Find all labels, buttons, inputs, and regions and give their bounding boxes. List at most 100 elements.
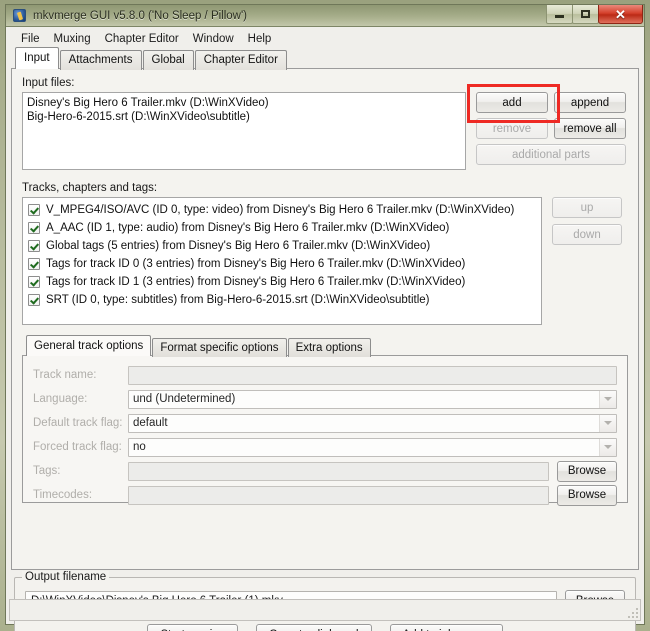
status-bar [9,599,641,621]
track-row[interactable]: Tags for track ID 0 (3 entries) from Dis… [26,255,538,273]
client-area: File Muxing Chapter Editor Window Help I… [6,27,644,631]
action-button-row: Start muxing Copy to clipboard Add to jo… [25,624,625,631]
menu-item-window[interactable]: Window [186,31,241,47]
title-bar: mkvmerge GUI v5.8.0 ('No Sleep / Pillow'… [6,5,644,27]
track-row[interactable]: Tags for track ID 1 (3 entries) from Dis… [26,273,538,291]
remove-all-button[interactable]: remove all [554,118,626,139]
tags-browse-button[interactable]: Browse [557,460,617,482]
tracks-row: V_MPEG4/ISO/AVC (ID 0, type: video) from… [22,197,628,325]
track-row[interactable]: Global tags (5 entries) from Disney's Bi… [26,237,538,255]
track-checkbox-icon[interactable] [28,240,40,252]
tab-global[interactable]: Global [142,50,194,70]
menu-item-muxing[interactable]: Muxing [47,31,98,47]
track-options-area: General track options Format specific op… [22,335,628,506]
track-row[interactable]: V_MPEG4/ISO/AVC (ID 0, type: video) from… [26,201,538,219]
input-files-list[interactable]: Disney's Big Hero 6 Trailer.mkv (D:\WinX… [22,92,466,170]
track-checkbox-icon[interactable] [28,294,40,306]
timecodes-row: Timecodes: Browse [33,484,617,506]
input-tab-page: Input files: Disney's Big Hero 6 Trailer… [11,68,639,570]
window-frame: mkvmerge GUI v5.8.0 ('No Sleep / Pillow'… [5,4,645,631]
additional-parts-button[interactable]: additional parts [476,144,626,165]
default-track-flag-select[interactable]: default [128,413,617,433]
general-track-options-panel: Track name: Language: und (Undetermined) [22,355,628,506]
forced-track-flag-row: Forced track flag: no [33,437,617,457]
forced-track-flag-value: no [133,441,146,453]
tracks-label: Tracks, chapters and tags: [22,182,158,194]
language-value: und (Undetermined) [133,393,236,405]
maximize-icon [581,10,590,18]
track-name-row: Track name: [33,365,617,385]
forced-track-flag-select[interactable]: no [128,437,617,457]
tags-label: Tags: [33,465,61,477]
app-logo-icon [13,9,26,22]
add-append-row: add append [467,84,626,123]
tracks-button-column: up down [552,197,622,251]
tags-row: Tags: Browse [33,460,617,482]
list-item[interactable]: Big-Hero-6-2015.srt (D:\WinXVideo\subtit… [27,110,461,124]
menu-item-help[interactable]: Help [241,31,279,47]
application-window: mkvmerge GUI v5.8.0 ('No Sleep / Pillow'… [0,0,650,631]
timecodes-input[interactable] [128,485,549,505]
track-label: V_MPEG4/ISO/AVC (ID 0, type: video) from… [46,204,515,216]
chevron-down-icon[interactable] [599,438,616,456]
chevron-down-icon[interactable] [599,390,616,408]
add-button[interactable]: add [476,92,548,113]
close-icon: ✕ [615,6,626,22]
menu-bar: File Muxing Chapter Editor Window Help [9,29,641,48]
track-checkbox-icon[interactable] [28,276,40,288]
tab-format-specific-options[interactable]: Format specific options [152,338,287,357]
move-down-button[interactable]: down [552,224,622,245]
tab-attachments[interactable]: Attachments [59,50,142,70]
track-checkbox-icon[interactable] [28,204,40,216]
input-files-label: Input files: [22,77,75,89]
tags-input[interactable] [128,461,549,481]
language-label: Language: [33,393,88,405]
track-label: Tags for track ID 0 (3 entries) from Dis… [46,258,466,270]
timecodes-browse-button[interactable]: Browse [557,484,617,506]
remove-button[interactable]: remove [476,118,548,139]
window-title: mkvmerge GUI v5.8.0 ('No Sleep / Pillow'… [33,9,248,22]
tab-chapter-editor[interactable]: Chapter Editor [194,50,287,70]
input-files-row: Disney's Big Hero 6 Trailer.mkv (D:\WinX… [22,84,628,170]
language-select[interactable]: und (Undetermined) [128,389,617,409]
tracks-list[interactable]: V_MPEG4/ISO/AVC (ID 0, type: video) from… [22,197,542,325]
resize-grip[interactable] [626,606,638,618]
add-to-job-queue-button[interactable]: Add to job queue [389,624,503,631]
tab-input[interactable]: Input [15,47,59,69]
minimize-button[interactable] [546,5,573,24]
add-button-wrapper: add [467,84,560,123]
additional-parts-row: additional parts [476,144,626,165]
track-checkbox-icon[interactable] [28,222,40,234]
track-label: SRT (ID 0, type: subtitles) from Big-Her… [46,294,430,306]
menu-item-file[interactable]: File [14,31,47,47]
append-button[interactable]: append [554,92,626,113]
track-name-input[interactable] [128,365,617,385]
chevron-down-icon[interactable] [599,414,616,432]
close-button[interactable]: ✕ [598,5,643,24]
maximize-button[interactable] [572,5,599,24]
tab-general-track-options[interactable]: General track options [26,335,152,356]
track-name-label: Track name: [33,369,97,381]
track-row[interactable]: SRT (ID 0, type: subtitles) from Big-Her… [26,291,538,309]
tab-extra-options[interactable]: Extra options [287,338,371,357]
input-files-button-column: add append remove remove all additional … [467,84,626,170]
track-row[interactable]: A_AAC (ID 1, type: audio) from Disney's … [26,219,538,237]
output-filename-legend: Output filename [22,571,110,583]
timecodes-label: Timecodes: [33,489,93,501]
default-track-flag-value: default [133,417,168,429]
start-muxing-button[interactable]: Start muxing [147,624,239,631]
main-tab-strip: Input Attachments Global Chapter Editor [9,47,641,70]
minimize-icon [555,15,564,18]
move-up-button[interactable]: up [552,197,622,218]
remove-row: remove remove all [476,118,626,139]
list-item[interactable]: Disney's Big Hero 6 Trailer.mkv (D:\WinX… [27,96,461,110]
default-track-flag-label: Default track flag: [33,417,123,429]
default-track-flag-row: Default track flag: default [33,413,617,433]
window-controls: ✕ [546,5,643,24]
track-label: Tags for track ID 1 (3 entries) from Dis… [46,276,466,288]
track-checkbox-icon[interactable] [28,258,40,270]
copy-to-clipboard-button[interactable]: Copy to clipboard [256,624,372,631]
track-label: A_AAC (ID 1, type: audio) from Disney's … [46,222,450,234]
options-tab-strip: General track options Format specific op… [22,335,628,357]
menu-item-chapter-editor[interactable]: Chapter Editor [98,31,186,47]
